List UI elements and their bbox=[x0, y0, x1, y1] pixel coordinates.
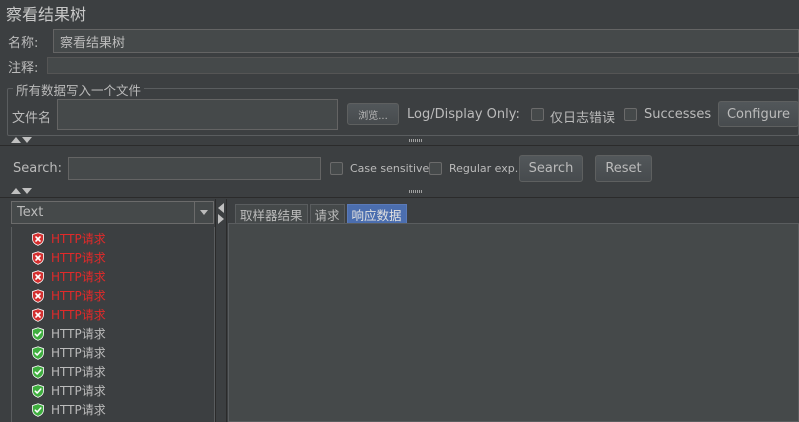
tree-item-label: HTTP请求 bbox=[51, 289, 106, 303]
renderer-select[interactable]: Text bbox=[11, 201, 214, 224]
regex-label: Regular exp. bbox=[449, 162, 519, 175]
successes-checkbox[interactable] bbox=[624, 108, 637, 121]
collapse-left-icon[interactable] bbox=[218, 203, 224, 213]
response-data-pane[interactable] bbox=[228, 223, 799, 422]
search-button[interactable]: Search bbox=[519, 155, 583, 182]
regex-checkbox[interactable] bbox=[429, 162, 442, 175]
successes-label: Successes bbox=[644, 107, 712, 122]
success-shield-icon bbox=[32, 364, 44, 379]
log-display-only-label: Log/Display Only: bbox=[407, 107, 520, 122]
collapse-arrows-top[interactable] bbox=[11, 137, 32, 143]
file-group-legend: 所有数据写入一个文件 bbox=[13, 80, 145, 99]
collapse-down-icon[interactable] bbox=[22, 188, 32, 194]
error-shield-icon bbox=[32, 288, 44, 303]
tree-item-label: HTTP请求 bbox=[51, 365, 106, 379]
error-shield-icon bbox=[32, 307, 44, 322]
splitter-grip-icon[interactable] bbox=[409, 139, 423, 142]
success-shield-icon bbox=[32, 345, 44, 360]
comment-field[interactable] bbox=[47, 57, 799, 74]
tree-item[interactable]: HTTP请求 bbox=[12, 286, 214, 305]
error-shield-icon bbox=[32, 250, 44, 265]
case-sensitive-label: Case sensitive bbox=[350, 162, 430, 175]
divider bbox=[0, 145, 799, 146]
collapse-up-icon[interactable] bbox=[11, 188, 21, 194]
renderer-selected-value: Text bbox=[17, 205, 44, 220]
tree-item[interactable]: HTTP请求 bbox=[12, 248, 214, 267]
errors-only-checkbox[interactable] bbox=[531, 108, 544, 121]
collapse-up-icon[interactable] bbox=[11, 137, 21, 143]
tree-item[interactable]: HTTP请求 bbox=[12, 324, 214, 343]
reset-button[interactable]: Reset bbox=[595, 155, 652, 182]
tree-item-label: HTTP请求 bbox=[51, 270, 106, 284]
tree-item[interactable]: HTTP请求 bbox=[12, 267, 214, 286]
tree-item[interactable]: HTTP请求 bbox=[12, 400, 214, 419]
divider bbox=[0, 197, 799, 198]
name-field[interactable]: 察看结果树 bbox=[53, 29, 799, 53]
splitter-grip-icon[interactable] bbox=[409, 190, 423, 193]
error-shield-icon bbox=[32, 231, 44, 246]
dropdown-arrow-icon[interactable] bbox=[194, 202, 213, 223]
filename-label: 文件名 bbox=[12, 111, 52, 126]
result-tree: HTTP请求 HTTP请求 HTTP请求 HTTP请求 HTTP请求 HTTP请求 HTTP… bbox=[11, 227, 215, 422]
tree-item[interactable]: HTTP请求 bbox=[12, 343, 214, 362]
tree-item-label: HTTP请求 bbox=[51, 232, 106, 246]
name-label: 名称: bbox=[8, 36, 39, 51]
tree-item-label: HTTP请求 bbox=[51, 403, 106, 417]
search-input[interactable] bbox=[68, 157, 321, 180]
tree-item-label: HTTP请求 bbox=[51, 308, 106, 322]
vertical-splitter[interactable] bbox=[215, 199, 227, 422]
errors-only-label: 仅日志错误 bbox=[550, 111, 616, 126]
tree-item[interactable]: HTTP请求 bbox=[12, 381, 214, 400]
configure-button[interactable]: Configure bbox=[718, 101, 799, 127]
comment-label: 注释: bbox=[8, 61, 39, 76]
collapse-arrows-bottom[interactable] bbox=[11, 188, 32, 194]
filename-input[interactable] bbox=[57, 99, 338, 130]
success-shield-icon bbox=[32, 326, 44, 341]
browse-button[interactable]: 浏览... bbox=[347, 103, 399, 125]
tree-item-label: HTTP请求 bbox=[51, 346, 106, 360]
tree-item-label: HTTP请求 bbox=[51, 251, 106, 265]
tree-item-label: HTTP请求 bbox=[51, 384, 106, 398]
page-title: 察看结果树 bbox=[6, 5, 87, 24]
tree-item[interactable]: HTTP请求 bbox=[12, 305, 214, 324]
tree-item[interactable]: HTTP请求 bbox=[12, 362, 214, 381]
search-label: Search: bbox=[13, 161, 63, 176]
tab-sampler-result[interactable]: 取样器结果 bbox=[235, 204, 308, 223]
error-shield-icon bbox=[32, 269, 44, 284]
collapse-right-icon[interactable] bbox=[218, 214, 224, 224]
collapse-down-icon[interactable] bbox=[22, 137, 32, 143]
tab-request[interactable]: 请求 bbox=[309, 204, 345, 223]
tab-response-data[interactable]: 响应数据 bbox=[346, 204, 407, 223]
tree-item-label: HTTP请求 bbox=[51, 327, 106, 341]
tree-item[interactable]: HTTP请求 bbox=[12, 229, 214, 248]
case-sensitive-checkbox[interactable] bbox=[330, 162, 343, 175]
result-tabs: 取样器结果 请求 响应数据 bbox=[235, 204, 407, 223]
success-shield-icon bbox=[32, 402, 44, 417]
success-shield-icon bbox=[32, 383, 44, 398]
